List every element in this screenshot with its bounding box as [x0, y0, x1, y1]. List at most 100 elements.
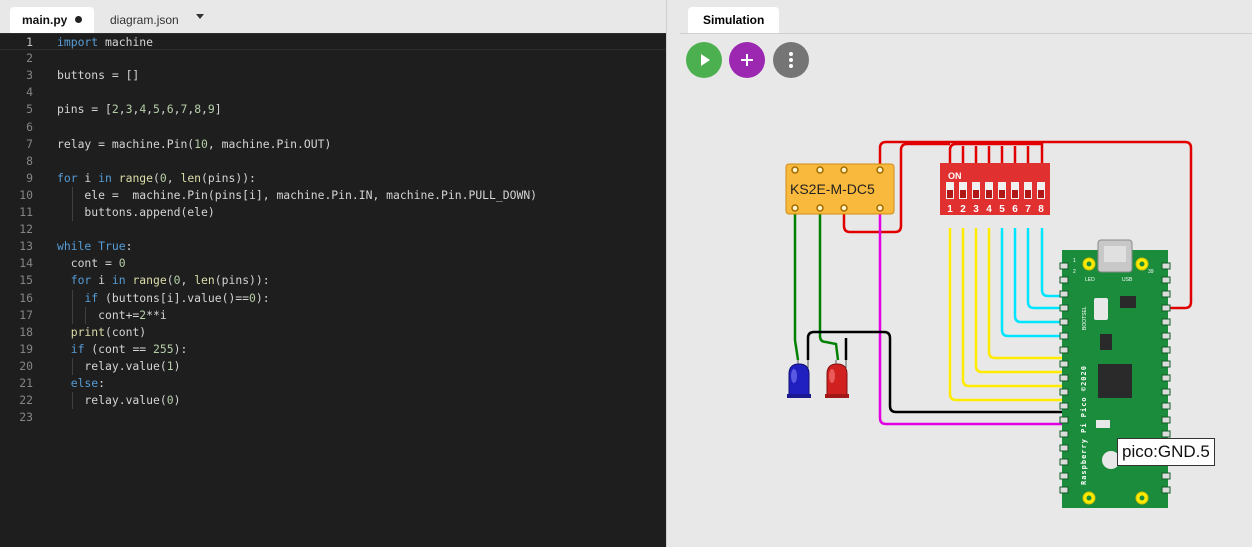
header-pin[interactable] [1059, 290, 1069, 298]
header-pin[interactable] [1059, 332, 1069, 340]
header-pin[interactable] [1161, 374, 1171, 382]
code-text[interactable]: if (buttons[i].value()==0): [57, 290, 269, 307]
code-text[interactable]: relay.value(1) [57, 358, 180, 375]
header-pin[interactable] [1161, 402, 1171, 410]
chevron-down-icon[interactable] [196, 14, 204, 19]
code-text[interactable]: pins = [2,3,4,5,6,7,8,9] [57, 101, 222, 118]
header-pin[interactable] [1059, 430, 1069, 438]
header-pin[interactable] [1059, 402, 1069, 410]
relay-module[interactable]: KS2E-M-DC5 [785, 163, 895, 215]
header-pin[interactable] [1059, 346, 1069, 354]
code-line[interactable]: 14 cont = 0 [0, 255, 666, 272]
dip-number: 1 [947, 204, 953, 215]
header-pin[interactable] [1161, 472, 1171, 480]
code-text[interactable]: cont = 0 [57, 255, 126, 272]
code-line[interactable]: 23 [0, 409, 666, 426]
line-number: 12 [19, 222, 33, 237]
header-pin[interactable] [1059, 360, 1069, 368]
header-pin[interactable] [1059, 444, 1069, 452]
dip-switch[interactable]: ON 1 2 3 4 5 6 7 8 [940, 163, 1050, 215]
simulation-panel: Simulation KS2E-M-DC5 ON 1 2 3 4 5 6 7 8… [680, 0, 1252, 547]
code-line[interactable]: 21 else: [0, 375, 666, 392]
header-pin[interactable] [1059, 472, 1069, 480]
header-pin[interactable] [1059, 304, 1069, 312]
tab-label: main.py [22, 13, 68, 27]
indent-guide [71, 204, 73, 221]
code-text[interactable]: for i in range(0, len(pins)): [57, 170, 256, 187]
add-part-button[interactable] [729, 42, 765, 78]
panel-splitter[interactable] [666, 0, 681, 547]
header-pin[interactable] [1059, 262, 1069, 270]
code-line[interactable]: 15 for i in range(0, len(pins)): [0, 272, 666, 289]
dip-number: 6 [1012, 204, 1018, 215]
code-line[interactable]: 16 if (buttons[i].value()==0): [0, 289, 666, 307]
line-number: 9 [26, 170, 33, 185]
more-vertical-icon [789, 52, 793, 68]
header-pin[interactable] [1161, 262, 1171, 270]
header-pin[interactable] [1059, 276, 1069, 284]
code-text[interactable]: cont+=2**i [57, 307, 167, 324]
header-pin[interactable] [1161, 318, 1171, 326]
led-red[interactable] [825, 360, 849, 398]
code-text[interactable]: buttons.append(ele) [57, 204, 214, 221]
code-line[interactable]: 11 buttons.append(ele) [0, 204, 666, 221]
header-pin[interactable] [1161, 388, 1171, 396]
code-line[interactable]: 6 [0, 119, 666, 136]
code-line[interactable]: 3 buttons = [] [0, 67, 666, 84]
header-pin[interactable] [1161, 332, 1171, 340]
code-text[interactable]: relay.value(0) [57, 392, 180, 409]
led-blue[interactable] [787, 360, 811, 398]
more-options-button[interactable] [773, 42, 809, 78]
code-line[interactable]: 10 ele = machine.Pin(pins[i], machine.Pi… [0, 186, 666, 204]
line-number: 11 [19, 205, 33, 219]
code-line[interactable]: 19 if (cont == 255): [0, 341, 666, 358]
code-line[interactable]: 13 while True: [0, 238, 666, 255]
code-line[interactable]: 12 [0, 221, 666, 238]
tab-diagram-json[interactable]: diagram.json [98, 7, 191, 33]
header-pin[interactable] [1059, 416, 1069, 424]
dip-number: 4 [986, 204, 992, 215]
code-text[interactable]: import machine [57, 34, 153, 51]
code-editor-panel: main.py diagram.json 1 import machine 2 3 bu… [0, 0, 666, 547]
header-pin[interactable] [1161, 430, 1171, 438]
code-line[interactable]: 7 relay = machine.Pin(10, machine.Pin.OUT… [0, 136, 666, 153]
code-line[interactable]: 9 for i in range(0, len(pins)): [0, 170, 666, 187]
code-line[interactable]: 8 [0, 153, 666, 170]
code-text[interactable]: for i in range(0, len(pins)): [57, 272, 270, 289]
code-line[interactable]: 18 print(cont) [0, 324, 666, 341]
code-text[interactable]: relay = machine.Pin(10, machine.Pin.OUT) [57, 136, 331, 153]
header-pin[interactable] [1161, 346, 1171, 354]
code-line[interactable]: 17 cont+=2**i [0, 306, 666, 324]
code-text[interactable]: while True: [57, 238, 132, 255]
code-text[interactable]: buttons = [] [57, 67, 139, 84]
header-pin[interactable] [1059, 374, 1069, 382]
header-pin[interactable] [1161, 486, 1171, 494]
header-pin[interactable] [1059, 458, 1069, 466]
code-line[interactable]: 22 relay.value(0) [0, 392, 666, 410]
header-pin[interactable] [1161, 290, 1171, 298]
code-area[interactable]: 1 import machine 2 3 buttons = [] 4 5 pins = [2… [0, 33, 666, 547]
code-text[interactable]: print(cont) [57, 324, 146, 341]
header-pin[interactable] [1059, 388, 1069, 396]
code-line[interactable]: 20 relay.value(1) [0, 357, 666, 375]
header-pin[interactable] [1161, 360, 1171, 368]
header-pin[interactable] [1161, 276, 1171, 284]
start-simulation-button[interactable] [686, 42, 722, 78]
code-text[interactable]: else: [57, 375, 105, 392]
code-line[interactable]: 1 import machine [0, 33, 666, 50]
header-pin[interactable] [1161, 416, 1171, 424]
header-pin[interactable] [1059, 486, 1069, 494]
code-text[interactable]: ele = machine.Pin(pins[i], machine.Pin.I… [57, 187, 537, 204]
pin-label: 2 [1073, 269, 1076, 275]
header-pin[interactable] [1161, 304, 1171, 312]
code-line[interactable]: 5 pins = [2,3,4,5,6,7,8,9] [0, 101, 666, 118]
code-line[interactable]: 2 [0, 50, 666, 67]
raspberry-pi-pico-board[interactable]: LED USB BOOTSEL Raspberry Pi Pico ©2020 … [1059, 239, 1171, 508]
tab-simulation[interactable]: Simulation [688, 7, 780, 33]
line-number: 23 [19, 410, 33, 425]
header-pin[interactable] [1059, 318, 1069, 326]
code-line[interactable]: 4 [0, 84, 666, 101]
magenta-wire [878, 210, 1064, 426]
tab-main-py[interactable]: main.py [10, 7, 95, 33]
code-text[interactable]: if (cont == 255): [57, 341, 188, 358]
